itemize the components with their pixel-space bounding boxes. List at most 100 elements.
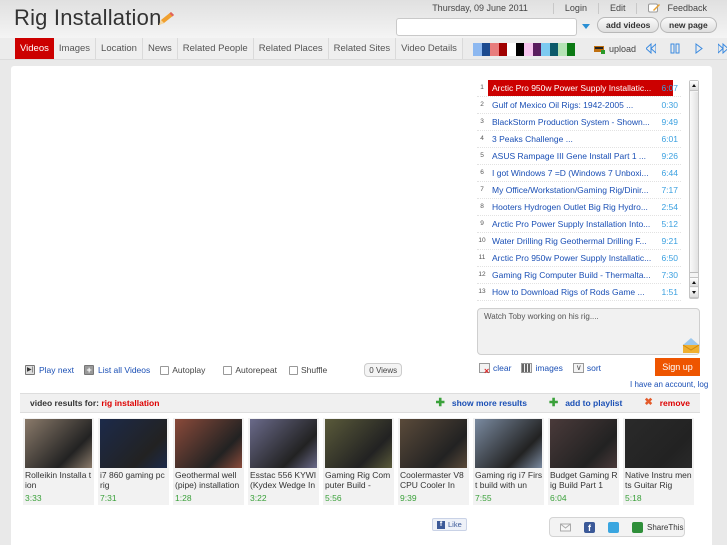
shuffle-checkbox[interactable]: Shuffle — [288, 365, 327, 375]
video-result-card[interactable]: i7 860 gaming pc rig 7:31 — [98, 418, 169, 505]
playlist-item-title[interactable]: Water Drilling Rig Geothermal Drilling F… — [492, 233, 662, 249]
video-result-card[interactable]: Coolermaster V8 CPU Cooler In 9:39 — [398, 418, 469, 505]
add-to-playlist-button[interactable]: ✚ add to playlist — [549, 394, 622, 412]
color-swatch[interactable] — [515, 43, 524, 56]
playlist-item[interactable]: 4 3 Peaks Challenge ... 6:01 — [477, 131, 681, 148]
color-swatch[interactable] — [532, 43, 541, 56]
tab-images[interactable]: Images — [53, 38, 97, 59]
scroll-down-button[interactable] — [690, 288, 698, 298]
color-swatch[interactable] — [541, 43, 550, 56]
color-swatch[interactable] — [566, 43, 575, 56]
playlist-item[interactable]: 11 Arctic Pro 950w Power Supply Installat… — [477, 250, 681, 267]
facebook-share-icon[interactable]: f — [584, 521, 595, 533]
video-title[interactable]: Gaming rig i7 First build with un — [475, 470, 543, 490]
video-title[interactable]: Budget Gaming Rig Build Part 1 — [550, 470, 618, 490]
video-title[interactable]: i7 860 gaming pc rig — [100, 470, 168, 490]
playlist-item[interactable]: 1 Arctic Pro 950w Power Supply Installati… — [477, 80, 681, 97]
new-page-button[interactable]: new page — [660, 17, 717, 33]
playlist-item-title[interactable]: ASUS Rampage III Gene Install Part 1 ... — [492, 148, 662, 164]
playlist-item[interactable]: 8 Hooters Hydrogen Outlet Big Rig Hydro..… — [477, 199, 681, 216]
search-input[interactable] — [396, 18, 577, 36]
tab-news[interactable]: News — [142, 38, 178, 59]
video-result-card[interactable]: Gaming rig i7 First build with un 7:55 — [473, 418, 544, 505]
playlist-item-title[interactable]: I got Windows 7 =D (Windows 7 Unboxi... — [492, 165, 662, 181]
playlist-item-title[interactable]: My Office/Workstation/Gaming Rig/Dinir..… — [492, 182, 662, 198]
video-result-card[interactable]: Geothermal well (pipe) installation 1:28 — [173, 418, 244, 505]
playlist-item-title[interactable]: Arctic Pro Power Supply Installation Int… — [492, 216, 662, 232]
video-thumbnail[interactable] — [400, 419, 467, 468]
video-title[interactable]: Native Instru ments Guitar Rig — [625, 470, 693, 490]
sort-button[interactable]: ∨ sort — [572, 363, 601, 373]
play-icon[interactable] — [694, 43, 704, 54]
pencil-icon[interactable] — [157, 11, 175, 27]
video-thumbnail[interactable] — [475, 419, 542, 468]
twitter-icon[interactable] — [608, 521, 619, 533]
color-swatch[interactable] — [481, 43, 490, 56]
playlist-scrollbar[interactable] — [689, 80, 699, 299]
tab-videos[interactable]: Videos — [15, 38, 54, 59]
video-title[interactable]: Gaming Rig Com puter Build - — [325, 470, 393, 490]
video-thumbnail[interactable] — [100, 419, 167, 468]
playlist-item-title[interactable]: Arctic Pro 950w Power Supply Installatic… — [492, 250, 662, 266]
playlist-item-title[interactable]: BlackStorm Production System - Shown... — [492, 114, 662, 130]
playlist-item-title[interactable]: Gaming Rig Computer Build - Thermalta... — [492, 267, 662, 283]
playlist-item[interactable]: 9 Arctic Pro Power Supply Installation In… — [477, 216, 681, 233]
upload-button[interactable]: upload — [594, 41, 636, 57]
rewind-icon[interactable] — [646, 43, 656, 54]
color-swatch[interactable] — [473, 43, 482, 56]
playlist-item[interactable]: 13 How to Download Rigs of Rods Game ... 1… — [477, 284, 681, 301]
playlist-item[interactable]: 2 Gulf of Mexico Oil Rigs: 1942-2005 ... 0… — [477, 97, 681, 114]
playlist-item[interactable]: 12 Gaming Rig Computer Build - Thermalta.… — [477, 267, 681, 284]
video-title[interactable]: Geothermal well (pipe) installation — [175, 470, 243, 490]
images-button[interactable]: images — [521, 363, 563, 373]
scroll-up-button[interactable] — [690, 81, 698, 91]
tab-related-places[interactable]: Related Places — [253, 38, 329, 59]
color-swatch[interactable] — [558, 43, 567, 56]
autorepeat-checkbox[interactable]: Autorepeat — [223, 365, 277, 375]
playlist-item-title[interactable]: Hooters Hydrogen Outlet Big Rig Hydro... — [492, 199, 662, 215]
playlist-item[interactable]: 3 BlackStorm Production System - Shown...… — [477, 114, 681, 131]
playlist-item-title[interactable]: 3 Peaks Challenge ... — [492, 131, 662, 147]
playlist-item-title[interactable]: Arctic Pro 950w Power Supply Installatic… — [488, 80, 673, 96]
list-all-videos-button[interactable]: + List all Videos — [83, 365, 150, 375]
playlist-item[interactable]: 10 Water Drilling Rig Geothermal Drilling… — [477, 233, 681, 250]
color-swatch[interactable] — [507, 43, 516, 56]
video-result-card[interactable]: Rolleikin Installa tion 3:33 — [23, 418, 94, 505]
checkbox[interactable] — [223, 365, 233, 375]
feedback-link[interactable]: Feedback — [667, 3, 707, 13]
video-result-card[interactable]: Esstac 556 KYWI (Kydex Wedge In 3:22 — [248, 418, 319, 505]
playlist-item[interactable]: 7 My Office/Workstation/Gaming Rig/Dinir.… — [477, 182, 681, 199]
tab-related-people[interactable]: Related People — [177, 38, 254, 59]
color-swatch[interactable] — [549, 43, 558, 56]
mail-icon[interactable] — [682, 338, 700, 354]
checkbox[interactable] — [288, 365, 298, 375]
checkbox[interactable] — [160, 365, 170, 375]
show-more-results-button[interactable]: ✚ show more results — [436, 394, 527, 412]
playlist-item-title[interactable]: Gulf of Mexico Oil Rigs: 1942-2005 ... — [492, 97, 662, 113]
video-title[interactable]: Coolermaster V8 CPU Cooler In — [400, 470, 468, 490]
remove-button[interactable]: ✖ remove — [644, 394, 690, 412]
signup-button[interactable]: Sign up — [655, 358, 700, 376]
color-swatch[interactable] — [524, 43, 533, 56]
pause-icon[interactable] — [670, 43, 680, 54]
login-link[interactable]: Login — [565, 3, 587, 13]
color-swatch[interactable] — [498, 43, 507, 56]
playlist-item[interactable]: 6 I got Windows 7 =D (Windows 7 Unboxi...… — [477, 165, 681, 182]
video-result-card[interactable]: Native Instru ments Guitar Rig 5:18 — [623, 418, 694, 505]
scroll-up-button[interactable] — [690, 277, 698, 287]
sharethis-label[interactable]: ShareThis — [647, 523, 683, 532]
chevron-down-icon[interactable] — [582, 24, 590, 29]
sharethis-icon[interactable] — [632, 521, 643, 533]
facebook-like-button[interactable]: f Like — [432, 518, 467, 531]
video-result-card[interactable]: Gaming Rig Com puter Build - 5:56 — [323, 418, 394, 505]
playlist-item-title[interactable]: How to Download Rigs of Rods Game ... — [492, 284, 662, 300]
video-result-card[interactable]: Budget Gaming Rig Build Part 1 6:04 — [548, 418, 619, 505]
comment-box[interactable]: Watch Toby working on his rig.... — [477, 308, 700, 355]
add-videos-button[interactable]: add videos — [597, 17, 660, 33]
tab-related-sites[interactable]: Related Sites — [328, 38, 397, 59]
video-thumbnail[interactable] — [325, 419, 392, 468]
tab-video-details[interactable]: Video Details — [396, 38, 463, 59]
color-swatch[interactable] — [490, 43, 499, 56]
video-thumbnail[interactable] — [25, 419, 92, 468]
video-thumbnail[interactable] — [550, 419, 617, 468]
